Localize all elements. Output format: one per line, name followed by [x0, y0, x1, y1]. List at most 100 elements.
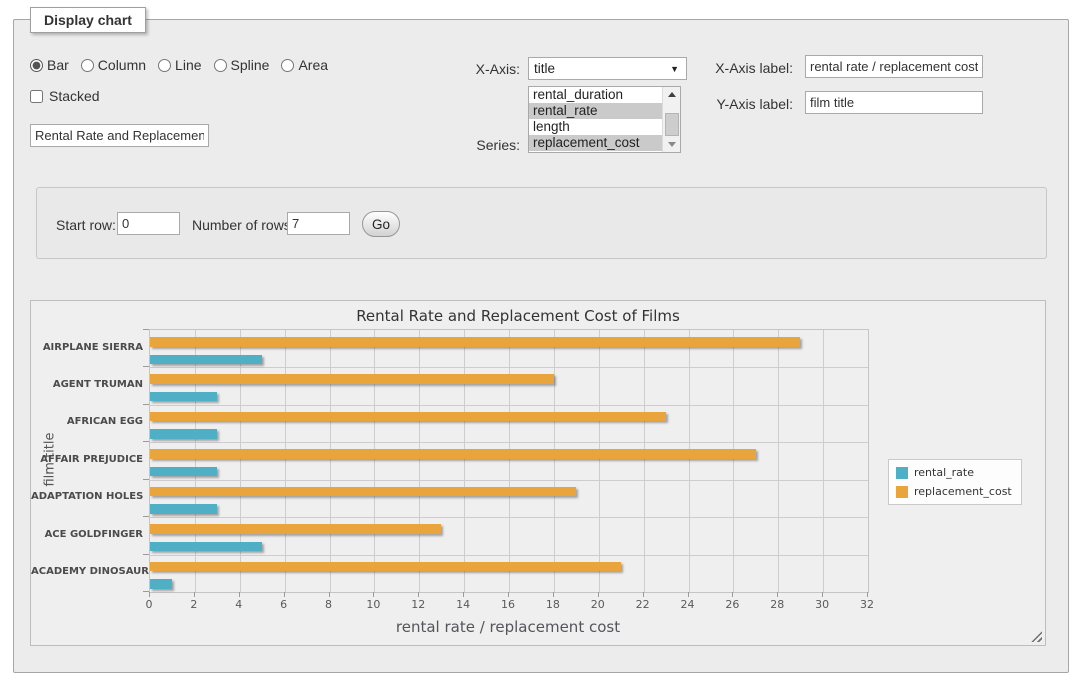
gridline: [150, 517, 868, 518]
resize-grip-icon[interactable]: [1031, 631, 1042, 642]
x-axis-select-label: X-Axis:: [420, 61, 520, 77]
x-tick-label: 6: [269, 598, 299, 611]
chart-legend: rental_rate replacement_cost: [888, 459, 1022, 505]
chart-type-option-area[interactable]: Area: [281, 57, 328, 73]
x-axis-tick: [463, 592, 464, 597]
bar-rental_rate[interactable]: [150, 467, 217, 477]
x-axis-tick: [553, 592, 554, 597]
legend-swatch-icon: [896, 486, 908, 498]
x-tick-label: 14: [448, 598, 478, 611]
category-label: ACE GOLDFINGER: [31, 529, 143, 540]
num-rows-label: Number of rows:: [192, 217, 295, 233]
radio-line[interactable]: [158, 59, 171, 72]
bar-replacement_cost[interactable]: [150, 524, 441, 534]
x-axis-tick: [867, 592, 868, 597]
bar-rental_rate[interactable]: [150, 355, 262, 365]
start-row-input[interactable]: [117, 212, 180, 235]
x-tick-label: 4: [224, 598, 254, 611]
bar-rental_rate[interactable]: [150, 429, 217, 439]
x-tick-label: 22: [628, 598, 658, 611]
x-axis-selected-value: title: [534, 61, 555, 76]
chart-type-option-spline[interactable]: Spline: [214, 57, 270, 73]
bar-rental_rate[interactable]: [150, 504, 217, 514]
x-axis-label-label: X-Axis label:: [693, 60, 793, 76]
gridline: [419, 330, 420, 592]
bar-replacement_cost[interactable]: [150, 412, 666, 422]
series-select-label: Series:: [420, 137, 520, 153]
gridline: [330, 330, 331, 592]
gridline: [150, 480, 868, 481]
scroll-up-icon[interactable]: [663, 87, 680, 102]
y-axis-tick: [143, 404, 149, 405]
gridline: [150, 442, 868, 443]
gridline: [778, 330, 779, 592]
gridline: [509, 330, 510, 592]
gridline: [644, 330, 645, 592]
legend-item-rental_rate[interactable]: rental_rate: [896, 466, 1012, 479]
chart-type-option-line[interactable]: Line: [158, 57, 201, 73]
num-rows-input[interactable]: [287, 212, 350, 235]
radio-bar[interactable]: [30, 59, 43, 72]
bar-rental_rate[interactable]: [150, 392, 217, 402]
category-label: ADAPTATION HOLES: [31, 491, 143, 502]
gridline: [374, 330, 375, 592]
x-axis-title: rental rate / replacement cost: [149, 618, 867, 636]
scrollbar-thumb[interactable]: [665, 113, 679, 136]
series-option-rental_duration[interactable]: rental_duration: [529, 87, 680, 103]
x-axis-tick: [418, 592, 419, 597]
gridline: [689, 330, 690, 592]
chart-type-option-bar[interactable]: Bar: [30, 57, 69, 73]
radio-column[interactable]: [81, 59, 94, 72]
bar-rental_rate[interactable]: [150, 542, 262, 552]
series-option-length[interactable]: length: [529, 119, 680, 135]
series-listbox[interactable]: rental_durationrental_ratelengthreplacem…: [528, 86, 681, 153]
chart-container: Rental Rate and Replacement Cost of Film…: [30, 300, 1046, 646]
stacked-checkbox[interactable]: [30, 90, 43, 103]
bar-replacement_cost[interactable]: [150, 337, 800, 347]
scroll-down-icon[interactable]: [663, 137, 680, 152]
x-axis-tick: [643, 592, 644, 597]
series-option-replacement_cost[interactable]: replacement_cost: [529, 135, 680, 151]
x-tick-label: 16: [493, 598, 523, 611]
chart-plot-area: [149, 329, 869, 593]
bar-replacement_cost[interactable]: [150, 487, 576, 497]
x-axis-tick: [149, 592, 150, 597]
y-axis-tick: [143, 366, 149, 367]
chart-title-input[interactable]: [30, 124, 209, 147]
page: Display chart BarColumnLineSplineArea St…: [0, 0, 1081, 681]
go-button[interactable]: Go: [362, 211, 400, 237]
x-axis-tick: [732, 592, 733, 597]
x-axis-tick: [688, 592, 689, 597]
x-tick-label: 20: [583, 598, 613, 611]
radio-spline[interactable]: [214, 59, 227, 72]
x-tick-label: 2: [179, 598, 209, 611]
x-axis-tick: [598, 592, 599, 597]
stacked-checkbox-row: Stacked: [30, 88, 100, 104]
bar-rental_rate[interactable]: [150, 579, 172, 589]
series-option-rental_rate[interactable]: rental_rate: [529, 103, 680, 119]
x-axis-tick: [194, 592, 195, 597]
bar-replacement_cost[interactable]: [150, 449, 756, 459]
category-label: AFFAIR PREJUDICE: [31, 454, 143, 465]
radio-area[interactable]: [281, 59, 294, 72]
stacked-label: Stacked: [49, 88, 100, 104]
bar-replacement_cost[interactable]: [150, 562, 621, 572]
gridline: [733, 330, 734, 592]
legend-label: replacement_cost: [914, 485, 1012, 498]
x-axis-tick: [284, 592, 285, 597]
x-axis-tick: [373, 592, 374, 597]
bar-replacement_cost[interactable]: [150, 374, 554, 384]
chart-type-option-column[interactable]: Column: [81, 57, 146, 73]
x-tick-label: 12: [403, 598, 433, 611]
y-axis-label-input[interactable]: [805, 91, 983, 114]
legend-item-replacement_cost[interactable]: replacement_cost: [896, 485, 1012, 498]
gridline: [554, 330, 555, 592]
category-label: AGENT TRUMAN: [31, 379, 143, 390]
listbox-scrollbar[interactable]: [662, 87, 680, 152]
x-axis-label-input[interactable]: [805, 55, 983, 78]
x-axis-tick: [777, 592, 778, 597]
x-axis-tick: [508, 592, 509, 597]
x-axis-select[interactable]: title ▼: [528, 57, 687, 80]
x-tick-label: 0: [134, 598, 164, 611]
radio-label: Bar: [47, 57, 69, 73]
